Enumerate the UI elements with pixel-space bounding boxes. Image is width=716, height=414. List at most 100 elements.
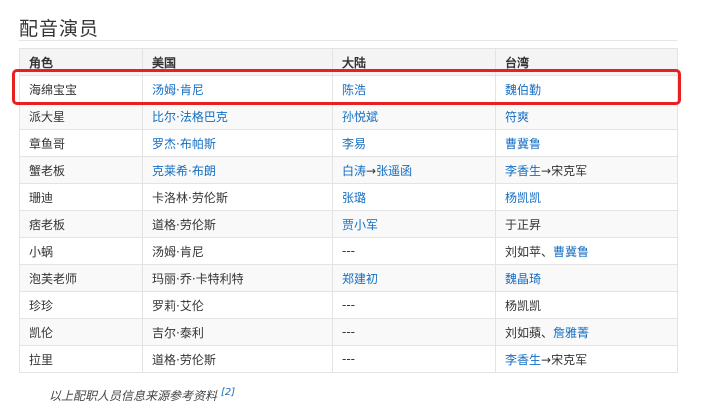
voice-actor-link[interactable]: 罗杰·布帕斯 (152, 137, 216, 151)
table-row: 珊迪 卡洛林·劳伦斯 张璐 杨凯凯 (19, 183, 678, 211)
cell-mainland: --- (332, 237, 496, 265)
cell-mainland: 张璐 (332, 183, 496, 211)
cell-taiwan: 于正昇 (495, 210, 678, 238)
cell-usa: 汤姆·肯尼 (142, 75, 333, 103)
footnote-text: 以上配职人员信息来源参考资料 (49, 389, 218, 403)
cell-text: --- (342, 298, 355, 312)
table-row: 小蜗 汤姆·肯尼 --- 刘如苹、曹冀鲁 (19, 237, 678, 265)
section-title: 配音演员 (19, 18, 100, 40)
cell-usa: 道格·劳伦斯 (142, 345, 333, 373)
cell-text: 凯伦 (29, 325, 54, 340)
cell-text: 拉里 (29, 352, 54, 367)
cell-role: 痞老板 (19, 210, 143, 238)
cell-mainland: 孙悦斌 (332, 102, 496, 130)
table-body: 海绵宝宝 汤姆·肯尼 陈浩 魏伯勤 派大星 比尔·法格巴克 孙悦斌 符爽 章鱼哥 罗杰·布帕斯 李易… (19, 75, 678, 373)
cell-text: --- (342, 325, 355, 339)
cell-usa: 道格·劳伦斯 (142, 210, 333, 238)
cell-mainland: 白涛→张遥函 (332, 156, 496, 184)
column-header-role: 角色 (19, 48, 143, 76)
cell-role: 蟹老板 (19, 156, 143, 184)
voice-actor-link[interactable]: 符爽 (505, 110, 529, 124)
voice-actor-link[interactable]: 汤姆·肯尼 (152, 83, 204, 97)
table-row: 海绵宝宝 汤姆·肯尼 陈浩 魏伯勤 (19, 75, 678, 103)
cell-taiwan: 魏晶琦 (495, 264, 678, 292)
column-header-taiwan: 台湾 (495, 48, 678, 76)
voice-actor-link[interactable]: 郑建初 (342, 272, 378, 286)
voice-cast-table: 角色 美国 大陆 台湾 海绵宝宝 汤姆·肯尼 陈浩 魏伯勤 派大星 比尔·法格巴克 孙悦斌符… (19, 48, 678, 373)
voice-actor-link[interactable]: 魏晶琦 (505, 272, 541, 286)
cell-taiwan: 魏伯勤 (495, 75, 678, 103)
table-row: 痞老板 道格·劳伦斯 贾小军 于正昇 (19, 210, 678, 238)
voice-actor-link[interactable]: 白涛 (342, 164, 366, 178)
cell-mainland: 郑建初 (332, 264, 496, 292)
table-row: 拉里 道格·劳伦斯 --- 李香生→宋克军 (19, 345, 678, 373)
cell-usa: 吉尔·泰利 (142, 318, 333, 346)
cell-usa: 罗杰·布帕斯 (142, 129, 333, 157)
table-row: 泡芙老师 玛丽·乔·卡特利特 郑建初 魏晶琦 (19, 264, 678, 292)
cell-text: --- (342, 244, 355, 258)
cell-role: 珍珍 (19, 291, 143, 319)
cell-taiwan: 曹冀鲁 (495, 129, 678, 157)
voice-actor-link[interactable]: 詹雅菁 (553, 326, 589, 340)
cell-mainland: --- (332, 291, 496, 319)
column-header-usa: 美国 (142, 48, 333, 76)
table-row: 派大星 比尔·法格巴克 孙悦斌 符爽 (19, 102, 678, 130)
cell-text: 泡芙老师 (29, 271, 78, 286)
voice-actor-link[interactable]: 张璐 (342, 191, 366, 205)
cell-text: 罗莉·艾伦 (152, 298, 204, 313)
table-row: 蟹老板 克莱希·布朗 白涛→张遥函 李香生→宋克军 (19, 156, 678, 184)
cell-text: 玛丽·乔·卡特利特 (152, 271, 244, 286)
table-row: 章鱼哥 罗杰·布帕斯 李易 曹冀鲁 (19, 129, 678, 157)
cell-text: 海绵宝宝 (29, 82, 78, 97)
cell-mainland: --- (332, 318, 496, 346)
cell-text: → (366, 163, 377, 178)
table-row: 凯伦 吉尔·泰利 --- 刘如蘋、詹雅菁 (19, 318, 678, 346)
cell-role: 派大星 (19, 102, 143, 130)
column-header-mainland: 大陆 (332, 48, 496, 76)
voice-actor-link[interactable]: 贾小军 (342, 218, 378, 232)
cell-text: 派大星 (29, 109, 66, 124)
voice-actor-link[interactable]: 李香生 (505, 164, 541, 178)
cell-usa: 罗莉·艾伦 (142, 291, 333, 319)
voice-actor-link[interactable]: 曹冀鲁 (553, 245, 589, 259)
cell-taiwan: 刘如蘋、詹雅菁 (495, 318, 678, 346)
title-divider (19, 40, 677, 41)
voice-actor-link[interactable]: 张遥函 (376, 164, 412, 178)
cell-text: 痞老板 (29, 217, 66, 232)
voice-actor-link[interactable]: 曹冀鲁 (505, 137, 541, 151)
cell-taiwan: 杨凯凯 (495, 291, 678, 319)
cell-text: 道格·劳伦斯 (152, 352, 216, 367)
voice-actor-link[interactable]: 魏伯勤 (505, 83, 541, 97)
voice-actor-link[interactable]: 孙悦斌 (342, 110, 378, 124)
cell-text: 汤姆·肯尼 (152, 244, 204, 259)
cell-text: 卡洛林·劳伦斯 (152, 190, 228, 205)
cell-mainland: 陈浩 (332, 75, 496, 103)
voice-actor-link[interactable]: 李香生 (505, 353, 541, 367)
cell-taiwan: 刘如苹、曹冀鲁 (495, 237, 678, 265)
cell-mainland: 李易 (332, 129, 496, 157)
cell-role: 凯伦 (19, 318, 143, 346)
cell-taiwan: 李香生→宋克军 (495, 345, 678, 373)
cell-mainland: --- (332, 345, 496, 373)
voice-actor-link[interactable]: 克莱希·布朗 (152, 164, 216, 178)
table-row: 珍珍 罗莉·艾伦 --- 杨凯凯 (19, 291, 678, 319)
voice-actor-link[interactable]: 陈浩 (342, 83, 366, 97)
cell-text: →宋克军 (541, 352, 588, 367)
cell-text: 小蜗 (29, 244, 54, 259)
footnote: 以上配职人员信息来源参考资料 [2] (49, 387, 235, 404)
cell-text: 刘如蘋、 (505, 325, 554, 340)
cell-taiwan: 李香生→宋克军 (495, 156, 678, 184)
voice-actor-link[interactable]: 杨凯凯 (505, 191, 541, 205)
footnote-reference-link[interactable]: [2] (221, 387, 235, 398)
voice-actor-link[interactable]: 比尔·法格巴克 (152, 110, 228, 124)
cell-text: 杨凯凯 (505, 298, 542, 313)
voice-actor-link[interactable]: 李易 (342, 137, 366, 151)
cell-text: 蟹老板 (29, 163, 66, 178)
cell-text: →宋克军 (541, 163, 588, 178)
cell-role: 泡芙老师 (19, 264, 143, 292)
cell-taiwan: 杨凯凯 (495, 183, 678, 211)
table-header-row: 角色 美国 大陆 台湾 (19, 48, 678, 76)
cell-text: 吉尔·泰利 (152, 325, 204, 340)
cell-text: 刘如苹、 (505, 244, 554, 259)
cell-usa: 玛丽·乔·卡特利特 (142, 264, 333, 292)
